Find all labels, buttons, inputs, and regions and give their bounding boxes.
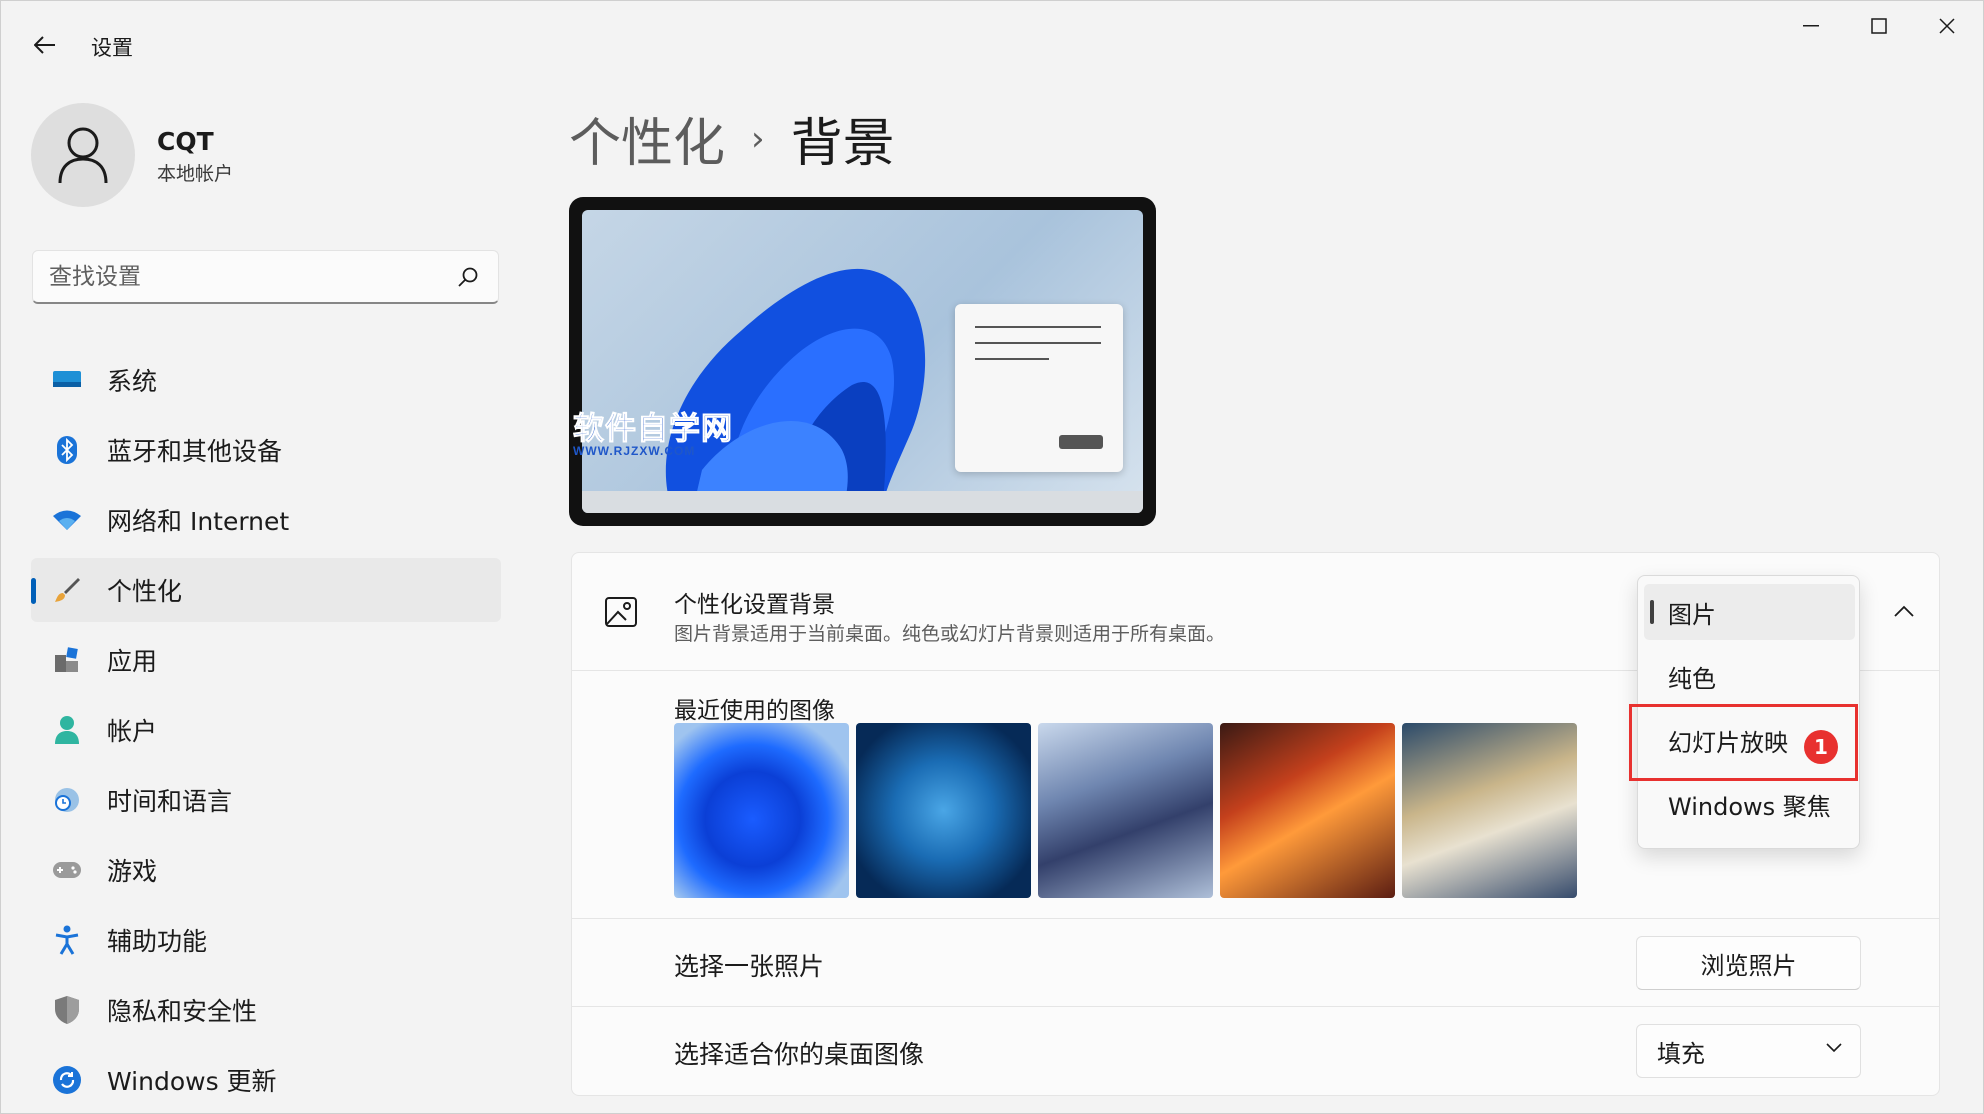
sidebar-item-label: Windows 更新 xyxy=(107,1067,277,1096)
sidebar-item-label: 网络和 Internet xyxy=(107,507,290,536)
search-box xyxy=(32,250,499,304)
search-icon[interactable] xyxy=(456,265,480,289)
apps-icon xyxy=(51,644,83,676)
shield-icon xyxy=(51,994,83,1026)
annotation-step-badge: 1 xyxy=(1804,730,1838,764)
minimize-icon xyxy=(1803,25,1819,27)
user-icon xyxy=(58,127,108,184)
sidebar-item-label: 时间和语言 xyxy=(107,787,233,816)
title-bar: 设置 xyxy=(1,1,1983,89)
preview-line xyxy=(975,342,1101,344)
recent-image-thumbnail[interactable] xyxy=(1220,723,1395,898)
collapse-button[interactable] xyxy=(1884,591,1924,631)
sidebar-item-time-language[interactable]: 时间和语言 xyxy=(31,768,501,832)
monitor-icon xyxy=(51,364,83,396)
sidebar-item-apps[interactable]: 应用 xyxy=(31,628,501,692)
preview-window xyxy=(955,304,1123,472)
user-name: CQT xyxy=(157,127,214,156)
accessibility-icon xyxy=(51,924,83,956)
recent-images-list xyxy=(674,723,1577,898)
search-input[interactable] xyxy=(49,260,449,294)
person-icon xyxy=(51,714,83,746)
back-button[interactable] xyxy=(25,25,65,65)
option-solid-color[interactable]: 纯色 xyxy=(1644,648,1855,704)
app-title: 设置 xyxy=(91,36,133,60)
sidebar-item-accessibility[interactable]: 辅助功能 xyxy=(31,908,501,972)
browse-photos-button[interactable]: 浏览照片 xyxy=(1636,936,1861,990)
recent-image-thumbnail[interactable] xyxy=(1402,723,1577,898)
breadcrumb-parent[interactable]: 个性化 xyxy=(569,101,725,176)
choose-photo-row: 选择一张照片 浏览照片 xyxy=(572,919,1939,1007)
card-description: 图片背景适用于当前桌面。纯色或幻灯片背景则适用于所有桌面。 xyxy=(674,623,1226,645)
watermark: 软件自学网 WWW.RJZXW.COM xyxy=(573,403,733,459)
preview-button xyxy=(1059,435,1103,449)
bluetooth-icon xyxy=(51,434,83,466)
sidebar-item-bluetooth[interactable]: 蓝牙和其他设备 xyxy=(31,418,501,482)
recent-image-thumbnail[interactable] xyxy=(1038,723,1213,898)
fit-select-value: 填充 xyxy=(1657,1039,1705,1068)
account-type: 本地帐户 xyxy=(157,163,234,185)
sidebar-item-label: 个性化 xyxy=(107,577,183,606)
avatar[interactable] xyxy=(31,103,135,207)
update-icon xyxy=(51,1064,83,1096)
sidebar-item-system[interactable]: 系统 xyxy=(31,348,501,412)
sidebar-item-label: 游戏 xyxy=(107,857,158,886)
recent-image-thumbnail[interactable] xyxy=(856,723,1031,898)
desktop-preview: 软件自学网 WWW.RJZXW.COM xyxy=(569,197,1156,526)
minimize-button[interactable] xyxy=(1777,1,1845,51)
settings-window: 设置 CQT 本地帐户 系统 蓝牙和其他设备 网络和 Internet xyxy=(0,0,1984,1114)
preview-line xyxy=(975,358,1049,360)
fit-select[interactable]: 填充 xyxy=(1636,1024,1861,1078)
sidebar-item-gaming[interactable]: 游戏 xyxy=(31,838,501,902)
sidebar-item-label: 帐户 xyxy=(107,717,158,746)
watermark-text: 软件自学网 xyxy=(573,411,733,447)
close-icon xyxy=(1939,18,1955,34)
clock-globe-icon xyxy=(51,784,83,816)
breadcrumb-separator: › xyxy=(751,118,765,159)
sidebar-item-label: 蓝牙和其他设备 xyxy=(107,437,283,466)
preview-line xyxy=(975,326,1101,328)
chevron-down-icon xyxy=(1826,1043,1842,1053)
sidebar-item-label: 应用 xyxy=(107,647,158,676)
chevron-up-icon xyxy=(1894,605,1914,617)
option-picture[interactable]: 图片 xyxy=(1644,584,1855,640)
gamepad-icon xyxy=(51,854,83,886)
sidebar-item-accounts[interactable]: 帐户 xyxy=(31,698,501,762)
preview-screen xyxy=(582,210,1143,513)
sidebar-item-windows-update[interactable]: Windows 更新 xyxy=(31,1048,501,1112)
wifi-icon xyxy=(51,504,83,536)
brush-icon xyxy=(51,574,83,606)
fit-label: 选择适合你的桌面图像 xyxy=(674,1040,925,1069)
sidebar-item-personalization[interactable]: 个性化 xyxy=(31,558,501,622)
recent-image-thumbnail[interactable] xyxy=(674,723,849,898)
choose-photo-label: 选择一张照片 xyxy=(674,952,825,981)
option-windows-spotlight[interactable]: Windows 聚焦 xyxy=(1644,776,1855,832)
recent-images-title: 最近使用的图像 xyxy=(674,698,835,724)
maximize-button[interactable] xyxy=(1845,1,1913,51)
sidebar-item-network[interactable]: 网络和 Internet xyxy=(31,488,501,552)
preview-taskbar xyxy=(582,491,1143,513)
image-icon xyxy=(605,597,637,627)
arrow-left-icon xyxy=(34,36,55,54)
sidebar-nav: 系统 蓝牙和其他设备 网络和 Internet 个性化 应用 帐户 时间和语言 xyxy=(31,348,501,1114)
sidebar-item-label: 辅助功能 xyxy=(107,927,208,956)
sidebar-item-label: 系统 xyxy=(107,367,158,396)
close-button[interactable] xyxy=(1913,1,1981,51)
maximize-icon xyxy=(1871,18,1887,34)
card-title: 个性化设置背景 xyxy=(674,592,835,618)
breadcrumb: 个性化 › 背景 xyxy=(569,101,895,176)
sidebar-item-privacy[interactable]: 隐私和安全性 xyxy=(31,978,501,1042)
page-title: 背景 xyxy=(790,114,895,174)
fit-row: 选择适合你的桌面图像 填充 xyxy=(572,1007,1939,1095)
sidebar-item-label: 隐私和安全性 xyxy=(107,997,258,1026)
